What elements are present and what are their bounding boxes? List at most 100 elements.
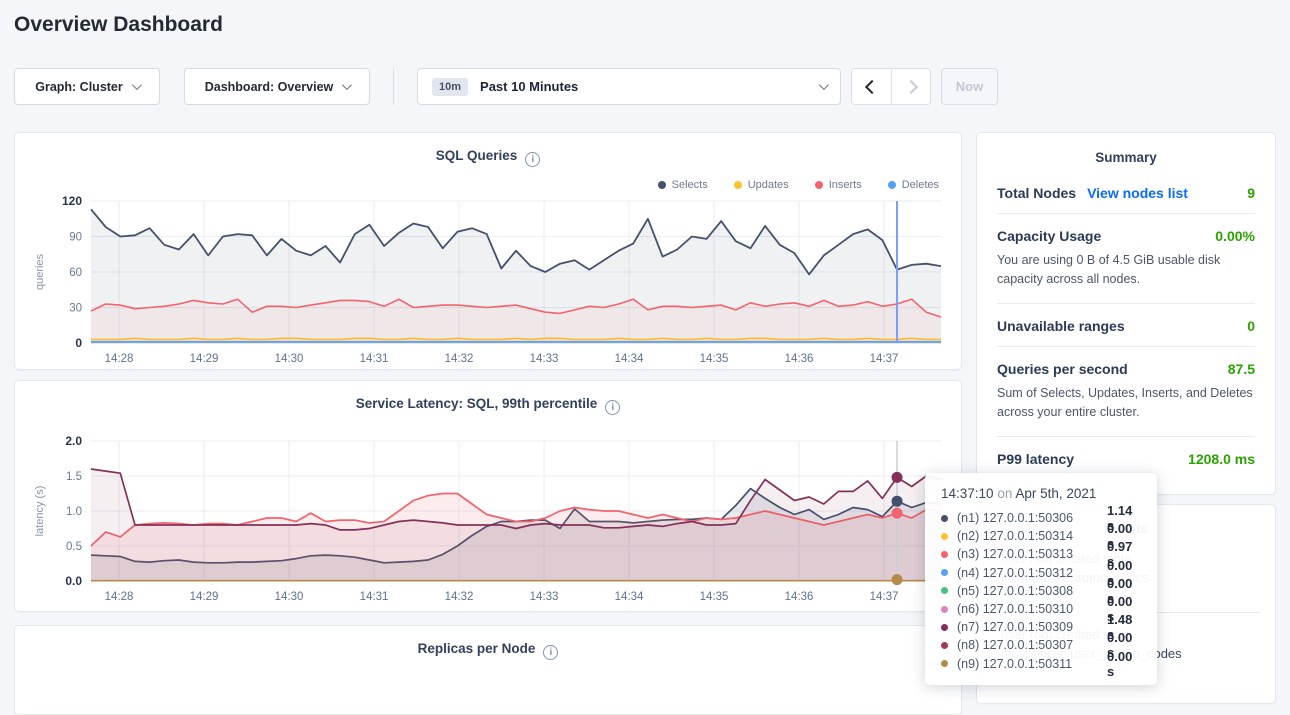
time-range-label: Past 10 Minutes (480, 79, 578, 94)
view-nodes-list-link[interactable]: View nodes list (1087, 185, 1188, 201)
time-next-button[interactable] (891, 69, 930, 104)
chevron-down-icon (819, 80, 829, 90)
sql-queries-chart[interactable]: 14:2814:2914:3014:3114:3214:3314:3414:35… (29, 191, 949, 369)
legend-label: Deletes (902, 179, 939, 191)
summary-row-total-nodes: Total Nodes View nodes list 9 (997, 171, 1255, 213)
legend-dot-icon (734, 181, 742, 189)
svg-text:0.5: 0.5 (66, 541, 82, 553)
node-address: (n5) 127.0.0.1:50308 (957, 584, 1107, 598)
time-nav-arrows (851, 68, 931, 105)
replicas-per-node-title: Replicas per Node (418, 641, 536, 656)
svg-text:90: 90 (69, 232, 82, 244)
svg-text:14:29: 14:29 (190, 591, 219, 603)
chevron-down-icon (132, 80, 142, 90)
replicas-per-node-card: Replicas per Node i (14, 625, 962, 715)
sql-queries-title: SQL Queries (436, 148, 518, 163)
node-dot-icon (941, 533, 948, 540)
queries-per-second-label: Queries per second (997, 361, 1128, 377)
svg-text:0: 0 (75, 336, 82, 350)
graph-dropdown-label: Graph: Cluster (35, 80, 123, 94)
tooltip-rows: (n1) 127.0.0.1:503061.14 s(n2) 127.0.0.1… (941, 509, 1141, 673)
svg-text:14:28: 14:28 (105, 591, 134, 603)
total-nodes-value: 9 (1247, 185, 1255, 201)
svg-text:1.0: 1.0 (66, 506, 82, 518)
info-icon[interactable]: i (543, 645, 558, 660)
service-latency-title: Service Latency: SQL, 99th percentile (356, 396, 598, 411)
svg-text:14:33: 14:33 (530, 353, 559, 365)
chart-tooltip: 14:37:10 on Apr 5th, 2021 (n1) 127.0.0.1… (925, 473, 1157, 685)
svg-text:1.5: 1.5 (66, 471, 82, 483)
svg-text:14:30: 14:30 (275, 353, 304, 365)
svg-text:14:35: 14:35 (700, 591, 729, 603)
svg-text:120: 120 (62, 194, 82, 208)
legend-label: Updates (748, 179, 789, 191)
chevron-down-icon (342, 80, 352, 90)
service-latency-card: Service Latency: SQL, 99th percentile i 1… (14, 380, 962, 612)
legend-item[interactable]: Selects (658, 179, 708, 191)
p99-latency-value: 1208.0 ms (1188, 451, 1255, 467)
node-address: (n3) 127.0.0.1:50313 (957, 547, 1107, 561)
tooltip-row: (n9) 127.0.0.1:503110.00 s (941, 655, 1141, 673)
legend-label: Selects (672, 179, 708, 191)
legend-label: Inserts (829, 179, 862, 191)
p99-latency-label: P99 latency (997, 451, 1074, 467)
svg-text:queries: queries (34, 253, 46, 290)
tooltip-on: on (997, 486, 1012, 501)
legend-item[interactable]: Deletes (888, 179, 939, 191)
svg-text:14:32: 14:32 (445, 591, 474, 603)
now-button[interactable]: Now (941, 68, 998, 105)
svg-text:14:37: 14:37 (870, 353, 899, 365)
dashboard-dropdown-label: Dashboard: Overview (205, 80, 334, 94)
unavailable-ranges-label: Unavailable ranges (997, 318, 1125, 334)
node-address: (n2) 127.0.0.1:50314 (957, 529, 1107, 543)
tooltip-timestamp: 14:37:10 on Apr 5th, 2021 (941, 486, 1141, 501)
node-dot-icon (941, 606, 948, 613)
legend-dot-icon (658, 181, 666, 189)
capacity-usage-value: 0.00% (1215, 228, 1255, 244)
node-address: (n8) 127.0.0.1:50307 (957, 638, 1107, 652)
chart-title-row: Replicas per Node i (15, 626, 961, 660)
total-nodes-label: Total Nodes (997, 185, 1076, 201)
svg-text:14:34: 14:34 (615, 591, 644, 603)
dashboard-dropdown[interactable]: Dashboard: Overview (184, 68, 370, 105)
page-title: Overview Dashboard (14, 13, 223, 37)
svg-text:14:36: 14:36 (785, 353, 814, 365)
qps-description: Sum of Selects, Updates, Inserts, and De… (997, 384, 1255, 436)
summary-row-qps: Queries per second 87.5 (997, 347, 1255, 389)
svg-text:14:31: 14:31 (360, 591, 389, 603)
node-address: (n6) 127.0.0.1:50310 (957, 602, 1107, 616)
svg-text:14:33: 14:33 (530, 591, 559, 603)
time-range-dropdown[interactable]: 10m Past 10 Minutes (417, 68, 841, 105)
toolbar-divider (393, 68, 394, 105)
summary-title: Summary (997, 133, 1255, 171)
node-address: (n7) 127.0.0.1:50309 (957, 620, 1107, 634)
node-dot-icon (941, 569, 948, 576)
info-icon[interactable]: i (605, 400, 620, 415)
svg-text:60: 60 (69, 267, 82, 279)
node-address: (n9) 127.0.0.1:50311 (957, 657, 1107, 671)
node-dot-icon (941, 642, 948, 649)
tooltip-date: Apr 5th, 2021 (1015, 486, 1096, 501)
info-icon[interactable]: i (525, 152, 540, 167)
service-latency-chart[interactable]: 14:2814:2914:3014:3114:3214:3314:3414:35… (29, 431, 949, 607)
tooltip-time: 14:37:10 (941, 486, 994, 501)
svg-text:14:36: 14:36 (785, 591, 814, 603)
svg-text:14:32: 14:32 (445, 353, 474, 365)
time-prev-button[interactable] (852, 69, 891, 104)
legend-item[interactable]: Updates (734, 179, 789, 191)
node-address: (n4) 127.0.0.1:50312 (957, 566, 1107, 580)
legend-item[interactable]: Inserts (815, 179, 862, 191)
svg-text:latency (s): latency (s) (34, 486, 46, 537)
svg-text:14:37: 14:37 (870, 591, 899, 603)
svg-text:0.0: 0.0 (65, 574, 82, 588)
chart-title-row: SQL Queries i (15, 133, 961, 167)
sql-queries-card: SQL Queries i Selects Updates Inserts Delete… (14, 132, 962, 370)
node-dot-icon (941, 587, 948, 594)
svg-text:30: 30 (69, 303, 82, 315)
svg-text:14:35: 14:35 (700, 353, 729, 365)
overview-dashboard-page: { "page": { "title": "Overview Dashboard… (0, 0, 1290, 689)
svg-text:14:28: 14:28 (105, 353, 134, 365)
svg-text:14:34: 14:34 (615, 353, 644, 365)
graph-dropdown[interactable]: Graph: Cluster (14, 68, 160, 105)
capacity-usage-description: You are using 0 B of 4.5 GiB usable disk… (997, 251, 1255, 303)
